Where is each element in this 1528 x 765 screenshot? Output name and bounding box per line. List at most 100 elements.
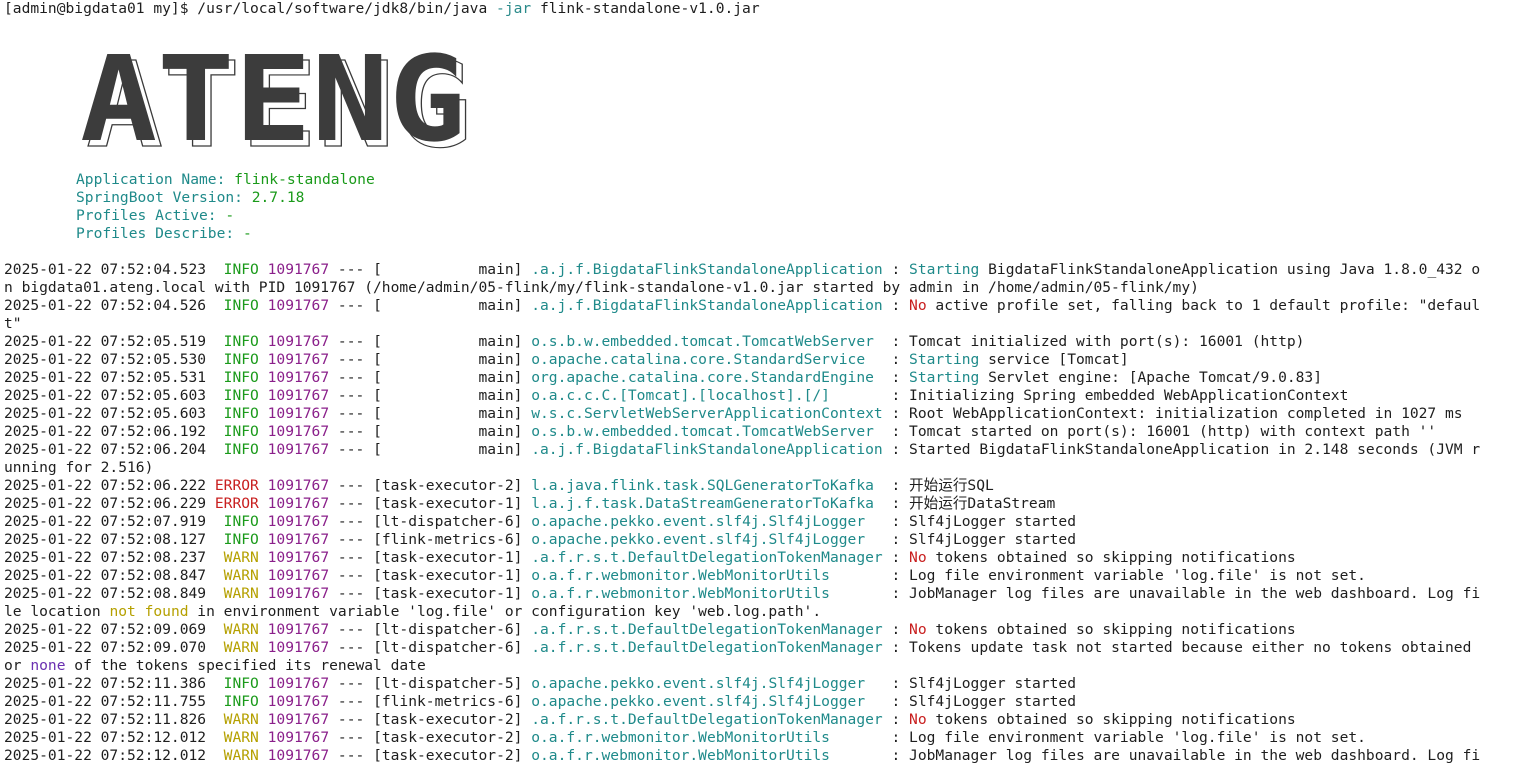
log-thread: --- [ main] [329, 423, 532, 440]
log-message-highlight: Starting [909, 369, 980, 386]
log-level: INFO [223, 351, 259, 368]
log-timestamp: 2025-01-22 07:52:06.192 [4, 423, 207, 440]
log-level-gap [259, 477, 268, 494]
log-level-padding [206, 549, 224, 566]
log-thread: --- [task-executor-1] [329, 549, 532, 566]
log-logger: .a.f.r.s.t.DefaultDelegationTokenManager [531, 639, 883, 656]
profiles-active-label: Profiles Active: [76, 207, 226, 224]
log-separator: : [882, 729, 910, 746]
log-logger: o.apache.pekko.event.slf4j.Slf4jLogger [531, 693, 883, 710]
log-level-padding [206, 711, 224, 728]
log-level-padding [206, 261, 224, 278]
log-message: tokens obtained so skipping notification… [926, 549, 1296, 566]
log-logger: .a.f.r.s.t.DefaultDelegationTokenManager [531, 621, 883, 638]
profiles-active-line: Profiles Active: - [76, 207, 1528, 225]
log-level-padding [206, 747, 224, 764]
log-level-padding [206, 441, 224, 458]
log-thread: --- [task-executor-2] [329, 477, 532, 494]
log-level-padding [206, 675, 224, 692]
log-line: 2025-01-22 07:52:07.919 INFO 1091767 ---… [4, 513, 1528, 531]
log-logger: o.a.f.r.webmonitor.WebMonitorUtils [531, 747, 883, 764]
log-level: ERROR [214, 495, 259, 512]
log-level-padding [206, 729, 224, 746]
log-separator: : [882, 675, 910, 692]
log-message-continuation: n bigdata01.ateng.local with PID 1091767… [4, 279, 1199, 296]
log-level: INFO [223, 369, 259, 386]
log-level-gap [259, 531, 268, 548]
log-level-gap [259, 585, 268, 602]
log-level-gap [259, 387, 268, 404]
log-level: WARN [223, 549, 259, 566]
log-message-continuation: of the tokens specified its renewal date [65, 657, 426, 674]
log-separator: : [882, 585, 910, 602]
log-separator: : [882, 513, 910, 530]
log-message: Log file environment variable 'log.file'… [909, 729, 1366, 746]
log-line: 2025-01-22 07:52:08.237 WARN 1091767 ---… [4, 549, 1528, 567]
log-logger: o.s.b.w.embedded.tomcat.TomcatWebServer [531, 423, 883, 440]
log-level-gap [259, 405, 268, 422]
log-line: 2025-01-22 07:52:08.849 WARN 1091767 ---… [4, 585, 1528, 603]
log-message-continuation: t" [4, 315, 22, 332]
log-line-continuation: le location not found in environment var… [4, 603, 1528, 621]
log-level-gap [259, 495, 268, 512]
log-level-padding [206, 333, 224, 350]
log-thread: --- [ main] [329, 261, 532, 278]
log-line: 2025-01-22 07:52:05.603 INFO 1091767 ---… [4, 387, 1528, 405]
log-thread: --- [task-executor-1] [329, 567, 532, 584]
log-line-continuation: unning for 2.516) [4, 459, 1528, 477]
ascii-banner: ATENG ATENG [4, 18, 1528, 171]
log-level-gap [259, 333, 268, 350]
log-level: INFO [223, 675, 259, 692]
log-level-padding [206, 585, 224, 602]
log-line: 2025-01-22 07:52:11.755 INFO 1091767 ---… [4, 693, 1528, 711]
log-timestamp: 2025-01-22 07:52:09.070 [4, 639, 207, 656]
log-level: WARN [223, 711, 259, 728]
log-pid: 1091767 [267, 711, 330, 728]
log-logger: o.apache.pekko.event.slf4j.Slf4jLogger [531, 675, 883, 692]
shell-prompt-command: [admin@bigdata01 my]$ /usr/local/softwar… [4, 0, 497, 17]
log-message: Slf4jLogger started [909, 675, 1076, 692]
log-separator: : [882, 423, 910, 440]
profiles-active-value: - [225, 207, 235, 224]
log-separator: : [882, 351, 910, 368]
log-timestamp: 2025-01-22 07:52:05.603 [4, 405, 207, 422]
log-separator: : [882, 693, 910, 710]
log-timestamp: 2025-01-22 07:52:11.386 [4, 675, 207, 692]
log-level-padding [206, 405, 224, 422]
log-message: tokens obtained so skipping notification… [926, 711, 1296, 728]
log-level-padding [206, 351, 224, 368]
log-level-gap [259, 675, 268, 692]
shell-jar-argument: flink-standalone-v1.0.jar [531, 0, 760, 17]
log-thread: --- [lt-dispatcher-6] [329, 621, 532, 638]
log-message: Tokens update task not started because e… [909, 639, 1472, 656]
log-line: 2025-01-22 07:52:05.603 INFO 1091767 ---… [4, 405, 1528, 423]
log-logger: o.s.b.w.embedded.tomcat.TomcatWebServer [531, 333, 883, 350]
terminal-window[interactable]: [admin@bigdata01 my]$ /usr/local/softwar… [0, 0, 1528, 764]
log-separator: : [882, 369, 910, 386]
log-logger: o.apache.pekko.event.slf4j.Slf4jLogger [531, 531, 883, 548]
log-message: Slf4jLogger started [909, 531, 1076, 548]
log-timestamp: 2025-01-22 07:52:08.127 [4, 531, 207, 548]
log-pid: 1091767 [267, 585, 330, 602]
log-separator: : [882, 405, 910, 422]
log-thread: --- [task-executor-1] [329, 495, 532, 512]
log-separator: : [882, 639, 910, 656]
log-message: JobManager log files are unavailable in … [909, 585, 1481, 602]
log-level: INFO [223, 693, 259, 710]
log-message: tokens obtained so skipping notification… [926, 621, 1296, 638]
log-separator: : [882, 567, 910, 584]
log-line: 2025-01-22 07:52:12.012 WARN 1091767 ---… [4, 729, 1528, 747]
log-message-highlight: No [909, 297, 927, 314]
log-output: 2025-01-22 07:52:04.523 INFO 1091767 ---… [4, 261, 1528, 765]
log-thread: --- [flink-metrics-6] [329, 531, 532, 548]
log-level: INFO [223, 261, 259, 278]
log-line-continuation: or none of the tokens specified its rene… [4, 657, 1528, 675]
springboot-version-value: 2.7.18 [251, 189, 305, 206]
log-level: INFO [223, 441, 259, 458]
log-level-gap [259, 639, 268, 656]
log-level-gap [259, 423, 268, 440]
log-message: Log file environment variable 'log.file'… [909, 567, 1366, 584]
log-level-padding [206, 513, 224, 530]
log-pid: 1091767 [267, 747, 330, 764]
